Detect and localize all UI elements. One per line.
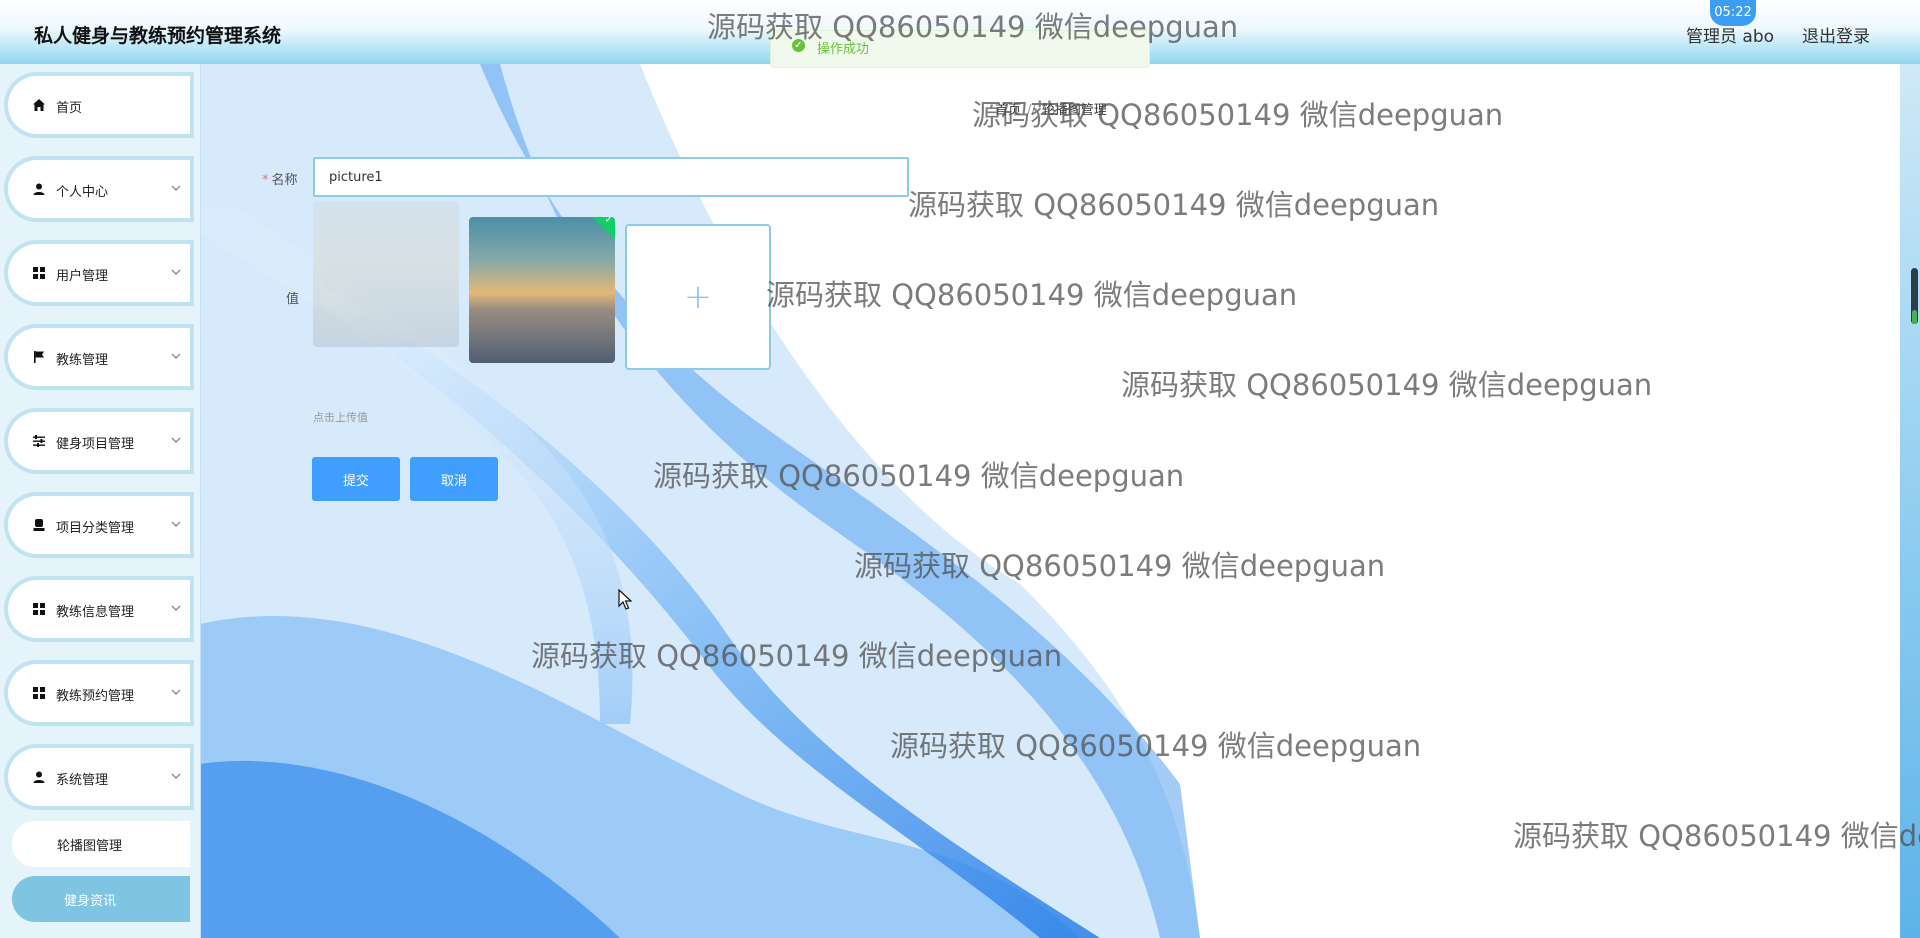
- chevron-down-icon: [171, 773, 181, 779]
- sidebar-item-label: 首页: [56, 101, 83, 116]
- name-input[interactable]: [313, 157, 909, 197]
- chevron-down-icon: [171, 521, 181, 527]
- sidebar-item-category-management[interactable]: 项目分类管理: [8, 496, 190, 554]
- check-circle-icon: ✓: [792, 39, 805, 52]
- clock-badge: 05:22: [1710, 0, 1756, 26]
- upload-success-check-icon: ✓: [588, 217, 615, 242]
- mouse-cursor-icon: [618, 589, 632, 610]
- app-title: 私人健身与教练预约管理系统: [34, 25, 282, 47]
- sidebar-item-coach-management[interactable]: 教练管理: [8, 328, 190, 386]
- upload-tip: 点击上传值: [313, 411, 368, 424]
- sidebar-item-label: 教练预约管理: [56, 689, 135, 704]
- submit-button[interactable]: 提交: [312, 457, 400, 501]
- scrollbar-indicator: [1912, 310, 1917, 324]
- grid-icon: [33, 603, 45, 615]
- value-field-label: 值: [286, 292, 300, 307]
- sidebar-item-label: 项目分类管理: [56, 521, 135, 536]
- right-edge-strip: [1900, 64, 1920, 938]
- chevron-down-icon: [171, 185, 181, 191]
- sidebar-item-label: 教练信息管理: [56, 605, 135, 620]
- sidebar-item-label: 个人中心: [56, 185, 109, 200]
- main-content: 首页 // 轮播图管理 *名称 值 ✓ + 点击上传值 提交 取消: [200, 64, 1900, 938]
- breadcrumb: 首页 // 轮播图管理: [995, 99, 1107, 118]
- sidebar-subitem-carousel-management[interactable]: 轮播图管理: [12, 821, 190, 867]
- chevron-down-icon: [171, 605, 181, 611]
- success-toast: ✓ 操作成功: [770, 30, 1150, 68]
- sidebar-item-fitness-project-management[interactable]: 健身项目管理: [8, 412, 190, 470]
- user-icon: [33, 771, 45, 783]
- sidebar: 首页 个人中心 用户管理 教练管理 健身项目管理 项目分类管理 教练信息管理 教…: [0, 64, 200, 938]
- image-upload-button[interactable]: +: [625, 224, 771, 370]
- breadcrumb-home[interactable]: 首页: [995, 103, 1021, 118]
- toast-message: 操作成功: [817, 42, 870, 57]
- sidebar-item-home[interactable]: 首页: [8, 76, 190, 134]
- home-icon: [33, 99, 45, 111]
- sidebar-item-user-management[interactable]: 用户管理: [8, 244, 190, 302]
- chevron-down-icon: [171, 689, 181, 695]
- breadcrumb-separator: //: [1027, 103, 1036, 118]
- uploaded-image-thumbnail-sunset[interactable]: ✓: [469, 217, 615, 363]
- chevron-down-icon: [171, 353, 181, 359]
- plus-icon: +: [683, 277, 713, 317]
- user-icon: [33, 183, 45, 195]
- grid-icon: [33, 687, 45, 699]
- sidebar-item-label: 系统管理: [56, 773, 109, 788]
- sidebar-subitem-label: 轮播图管理: [57, 839, 123, 854]
- cancel-button[interactable]: 取消: [410, 457, 498, 501]
- sidebar-item-personal-center[interactable]: 个人中心: [8, 160, 190, 218]
- name-field-label: * 名称: [262, 173, 298, 188]
- sidebar-subitem-fitness-news[interactable]: 健身资讯: [12, 876, 190, 922]
- sidebar-item-coach-booking-management[interactable]: 教练预约管理: [8, 664, 190, 722]
- sidebar-item-label: 用户管理: [56, 269, 109, 284]
- logout-link[interactable]: 退出登录: [1802, 22, 1870, 47]
- sliders-icon: [33, 435, 45, 447]
- sidebar-item-label: 教练管理: [56, 353, 109, 368]
- sidebar-item-coach-info-management[interactable]: 教练信息管理: [8, 580, 190, 638]
- stamp-icon: [33, 519, 45, 531]
- sidebar-item-label: 健身项目管理: [56, 437, 135, 452]
- breadcrumb-current: 轮播图管理: [1041, 103, 1107, 118]
- uploaded-image-thumbnail[interactable]: [313, 201, 459, 347]
- grid-icon: [33, 267, 45, 279]
- chevron-down-icon: [171, 269, 181, 275]
- sidebar-item-system-management[interactable]: 系统管理: [8, 748, 190, 806]
- sidebar-subitem-label: 健身资讯: [64, 894, 117, 909]
- flag-icon: [34, 351, 44, 363]
- chevron-down-icon: [171, 437, 181, 443]
